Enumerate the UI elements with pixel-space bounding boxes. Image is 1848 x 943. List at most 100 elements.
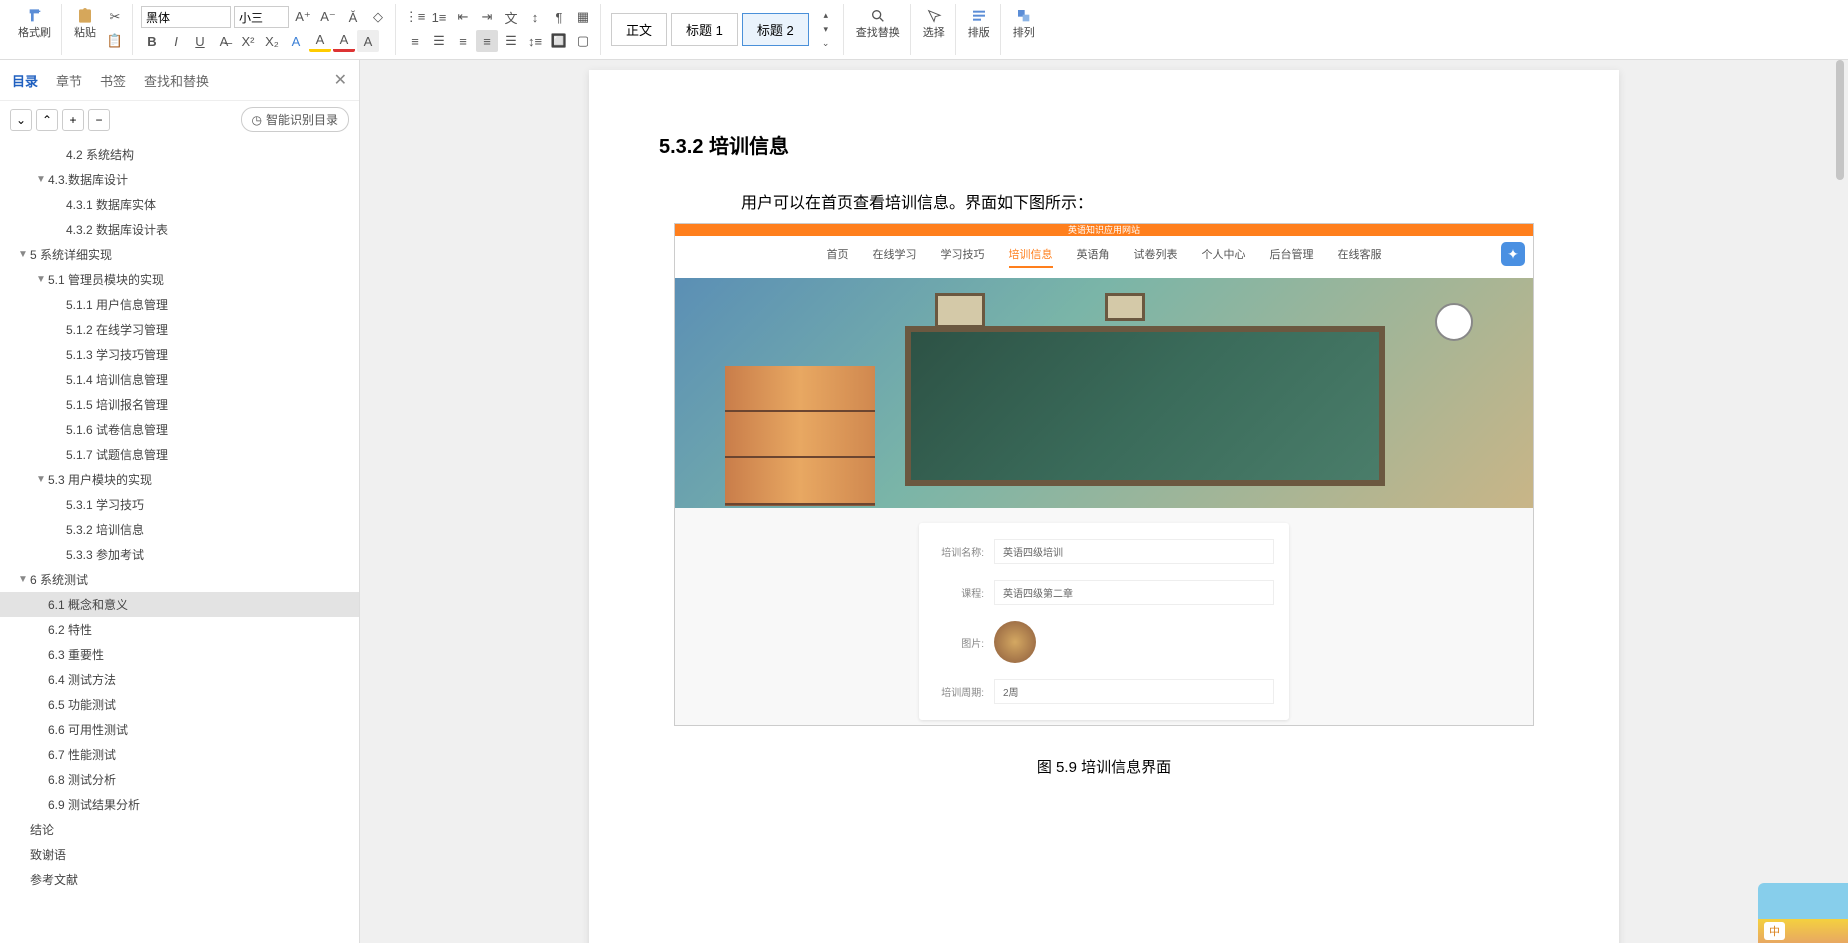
style-expand[interactable]: ⌄ <box>815 37 837 51</box>
toc-item[interactable]: ▼5.1 管理员模块的实现 <box>0 267 359 292</box>
style-scroll-up[interactable]: ▴ <box>815 9 837 23</box>
copy-button[interactable]: 📋 <box>104 30 126 52</box>
bullet-list-button[interactable]: ⋮≡ <box>404 6 426 28</box>
layout-button[interactable]: 排版 <box>964 6 994 42</box>
smart-toc-button[interactable]: ◷ 智能识别目录 <box>241 107 350 132</box>
toc-item[interactable]: 6.3 重要性 <box>0 642 359 667</box>
toc-item[interactable]: 5.1.7 试题信息管理 <box>0 442 359 467</box>
toc-item[interactable]: 5.1.1 用户信息管理 <box>0 292 359 317</box>
tab-toc[interactable]: 目录 <box>12 71 38 90</box>
toc-item[interactable]: 5.1.6 试卷信息管理 <box>0 417 359 442</box>
toc-item[interactable]: ▼4.3.数据库设计 <box>0 167 359 192</box>
form-course-label: 课程: <box>934 585 984 600</box>
decrease-font-button[interactable]: A⁻ <box>317 6 339 28</box>
style-normal[interactable]: 正文 <box>611 13 667 46</box>
tab-chapter[interactable]: 章节 <box>56 71 82 90</box>
ime-indicator: 中 <box>1764 922 1785 940</box>
superscript-button[interactable]: X² <box>237 30 259 52</box>
align-left-button[interactable]: ≡ <box>404 30 426 52</box>
toc-item[interactable]: ▼6 系统测试 <box>0 567 359 592</box>
embed-nav-item: 后台管理 <box>1270 246 1314 268</box>
vertical-scrollbar[interactable] <box>1836 60 1846 943</box>
add-item-button[interactable]: + <box>62 109 84 131</box>
toc-item[interactable]: 6.9 测试结果分析 <box>0 792 359 817</box>
navigation-panel: 目录 章节 书签 查找和替换 ✕ ⌄ ⌃ + − ◷ 智能识别目录 4.2 系统… <box>0 60 360 943</box>
toc-item[interactable]: ▼5 系统详细实现 <box>0 242 359 267</box>
toc-item[interactable]: 6.5 功能测试 <box>0 692 359 717</box>
text-direction-button[interactable]: 文 <box>500 6 522 28</box>
close-panel-icon[interactable]: ✕ <box>334 70 347 90</box>
format-painter-button[interactable]: 格式刷 <box>14 6 55 42</box>
italic-button[interactable]: I <box>165 30 187 52</box>
toc-item[interactable]: 6.2 特性 <box>0 617 359 642</box>
body-paragraph: 用户可以在首页查看培训信息。界面如下图所示： <box>709 189 1549 213</box>
figure-caption: 图 5.9 培训信息界面 <box>659 756 1549 777</box>
arrange-button[interactable]: 排列 <box>1009 6 1039 42</box>
text-effects-button[interactable]: A <box>285 30 307 52</box>
section-heading: 5.3.2 培训信息 <box>659 130 1549 159</box>
toc-item[interactable]: 4.3.1 数据库实体 <box>0 192 359 217</box>
toc-item[interactable]: ▼5.3 用户模块的实现 <box>0 467 359 492</box>
collapse-button[interactable]: ⌄ <box>10 109 32 131</box>
embed-nav: 首页在线学习学习技巧培训信息英语角试卷列表个人中心后台管理在线客服✦ <box>675 236 1533 278</box>
clear-format-button[interactable]: ◇ <box>367 6 389 28</box>
toc-item[interactable]: 5.3.2 培训信息 <box>0 517 359 542</box>
subscript-button[interactable]: X₂ <box>261 30 283 52</box>
align-center-button[interactable]: ☰ <box>428 30 450 52</box>
align-right-button[interactable]: ≡ <box>452 30 474 52</box>
decrease-indent-button[interactable]: ⇤ <box>452 6 474 28</box>
toc-item[interactable]: 5.1.4 培训信息管理 <box>0 367 359 392</box>
toc-item[interactable]: 致谢语 <box>0 842 359 867</box>
bold-button[interactable]: B <box>141 30 163 52</box>
toc-item[interactable]: 6.8 测试分析 <box>0 767 359 792</box>
toc-item[interactable]: 4.3.2 数据库设计表 <box>0 217 359 242</box>
toc-item[interactable]: 6.7 性能测试 <box>0 742 359 767</box>
style-heading1[interactable]: 标题 1 <box>671 13 738 46</box>
show-marks-button[interactable]: ¶ <box>548 6 570 28</box>
form-image-thumb <box>994 621 1036 663</box>
cut-button[interactable]: ✂ <box>104 6 126 28</box>
borders-button[interactable]: ▦ <box>572 6 594 28</box>
toc-item[interactable]: 5.1.3 学习技巧管理 <box>0 342 359 367</box>
highlight-button[interactable]: A <box>309 30 331 52</box>
align-justify-button[interactable]: ≡ <box>476 30 498 52</box>
border-style-button[interactable]: ▢ <box>572 30 594 52</box>
find-replace-button[interactable]: 查找替换 <box>852 6 904 42</box>
document-area[interactable]: 5.3.2 培训信息 用户可以在首页查看培训信息。界面如下图所示： 英语知识应用… <box>360 60 1848 943</box>
paste-button[interactable]: 粘贴 <box>70 6 100 52</box>
increase-indent-button[interactable]: ⇥ <box>476 6 498 28</box>
fill-color-button[interactable]: 🔲 <box>548 30 570 52</box>
style-heading2[interactable]: 标题 2 <box>742 13 809 46</box>
select-button[interactable]: 选择 <box>919 6 949 42</box>
toc-item[interactable]: 6.4 测试方法 <box>0 667 359 692</box>
toc-item[interactable]: 6.6 可用性测试 <box>0 717 359 742</box>
sort-button[interactable]: ↕ <box>524 6 546 28</box>
tab-find[interactable]: 查找和替换 <box>144 71 209 90</box>
toc-item[interactable]: 4.2 系统结构 <box>0 142 359 167</box>
toc-item[interactable]: 5.1.5 培训报名管理 <box>0 392 359 417</box>
remove-item-button[interactable]: − <box>88 109 110 131</box>
toc-item[interactable]: 参考文献 <box>0 867 359 892</box>
line-spacing-button[interactable]: ↕≡ <box>524 30 546 52</box>
toc-item[interactable]: 6.1 概念和意义 <box>0 592 359 617</box>
style-scroll-down[interactable]: ▾ <box>815 23 837 37</box>
number-list-button[interactable]: 1≡ <box>428 6 450 28</box>
toc-item[interactable]: 结论 <box>0 817 359 842</box>
scroll-thumb[interactable] <box>1836 60 1844 180</box>
tab-bookmark[interactable]: 书签 <box>100 71 126 90</box>
expand-button[interactable]: ⌃ <box>36 109 58 131</box>
strikethrough-button[interactable]: A̶ <box>213 30 235 52</box>
toc-item[interactable]: 5.3.3 参加考试 <box>0 542 359 567</box>
underline-button[interactable]: U <box>189 30 211 52</box>
distribute-button[interactable]: ☰ <box>500 30 522 52</box>
change-case-button[interactable]: Ǎ <box>342 6 364 28</box>
font-size-select[interactable] <box>234 6 289 28</box>
toc-tree[interactable]: 4.2 系统结构▼4.3.数据库设计4.3.1 数据库实体4.3.2 数据库设计… <box>0 138 359 943</box>
float-assistant-widget[interactable]: 中 <box>1758 883 1848 943</box>
font-color-button[interactable]: A <box>333 30 355 52</box>
toc-item[interactable]: 5.1.2 在线学习管理 <box>0 317 359 342</box>
shading-button[interactable]: A <box>357 30 379 52</box>
font-name-select[interactable] <box>141 6 231 28</box>
toc-item[interactable]: 5.3.1 学习技巧 <box>0 492 359 517</box>
increase-font-button[interactable]: A⁺ <box>292 6 314 28</box>
